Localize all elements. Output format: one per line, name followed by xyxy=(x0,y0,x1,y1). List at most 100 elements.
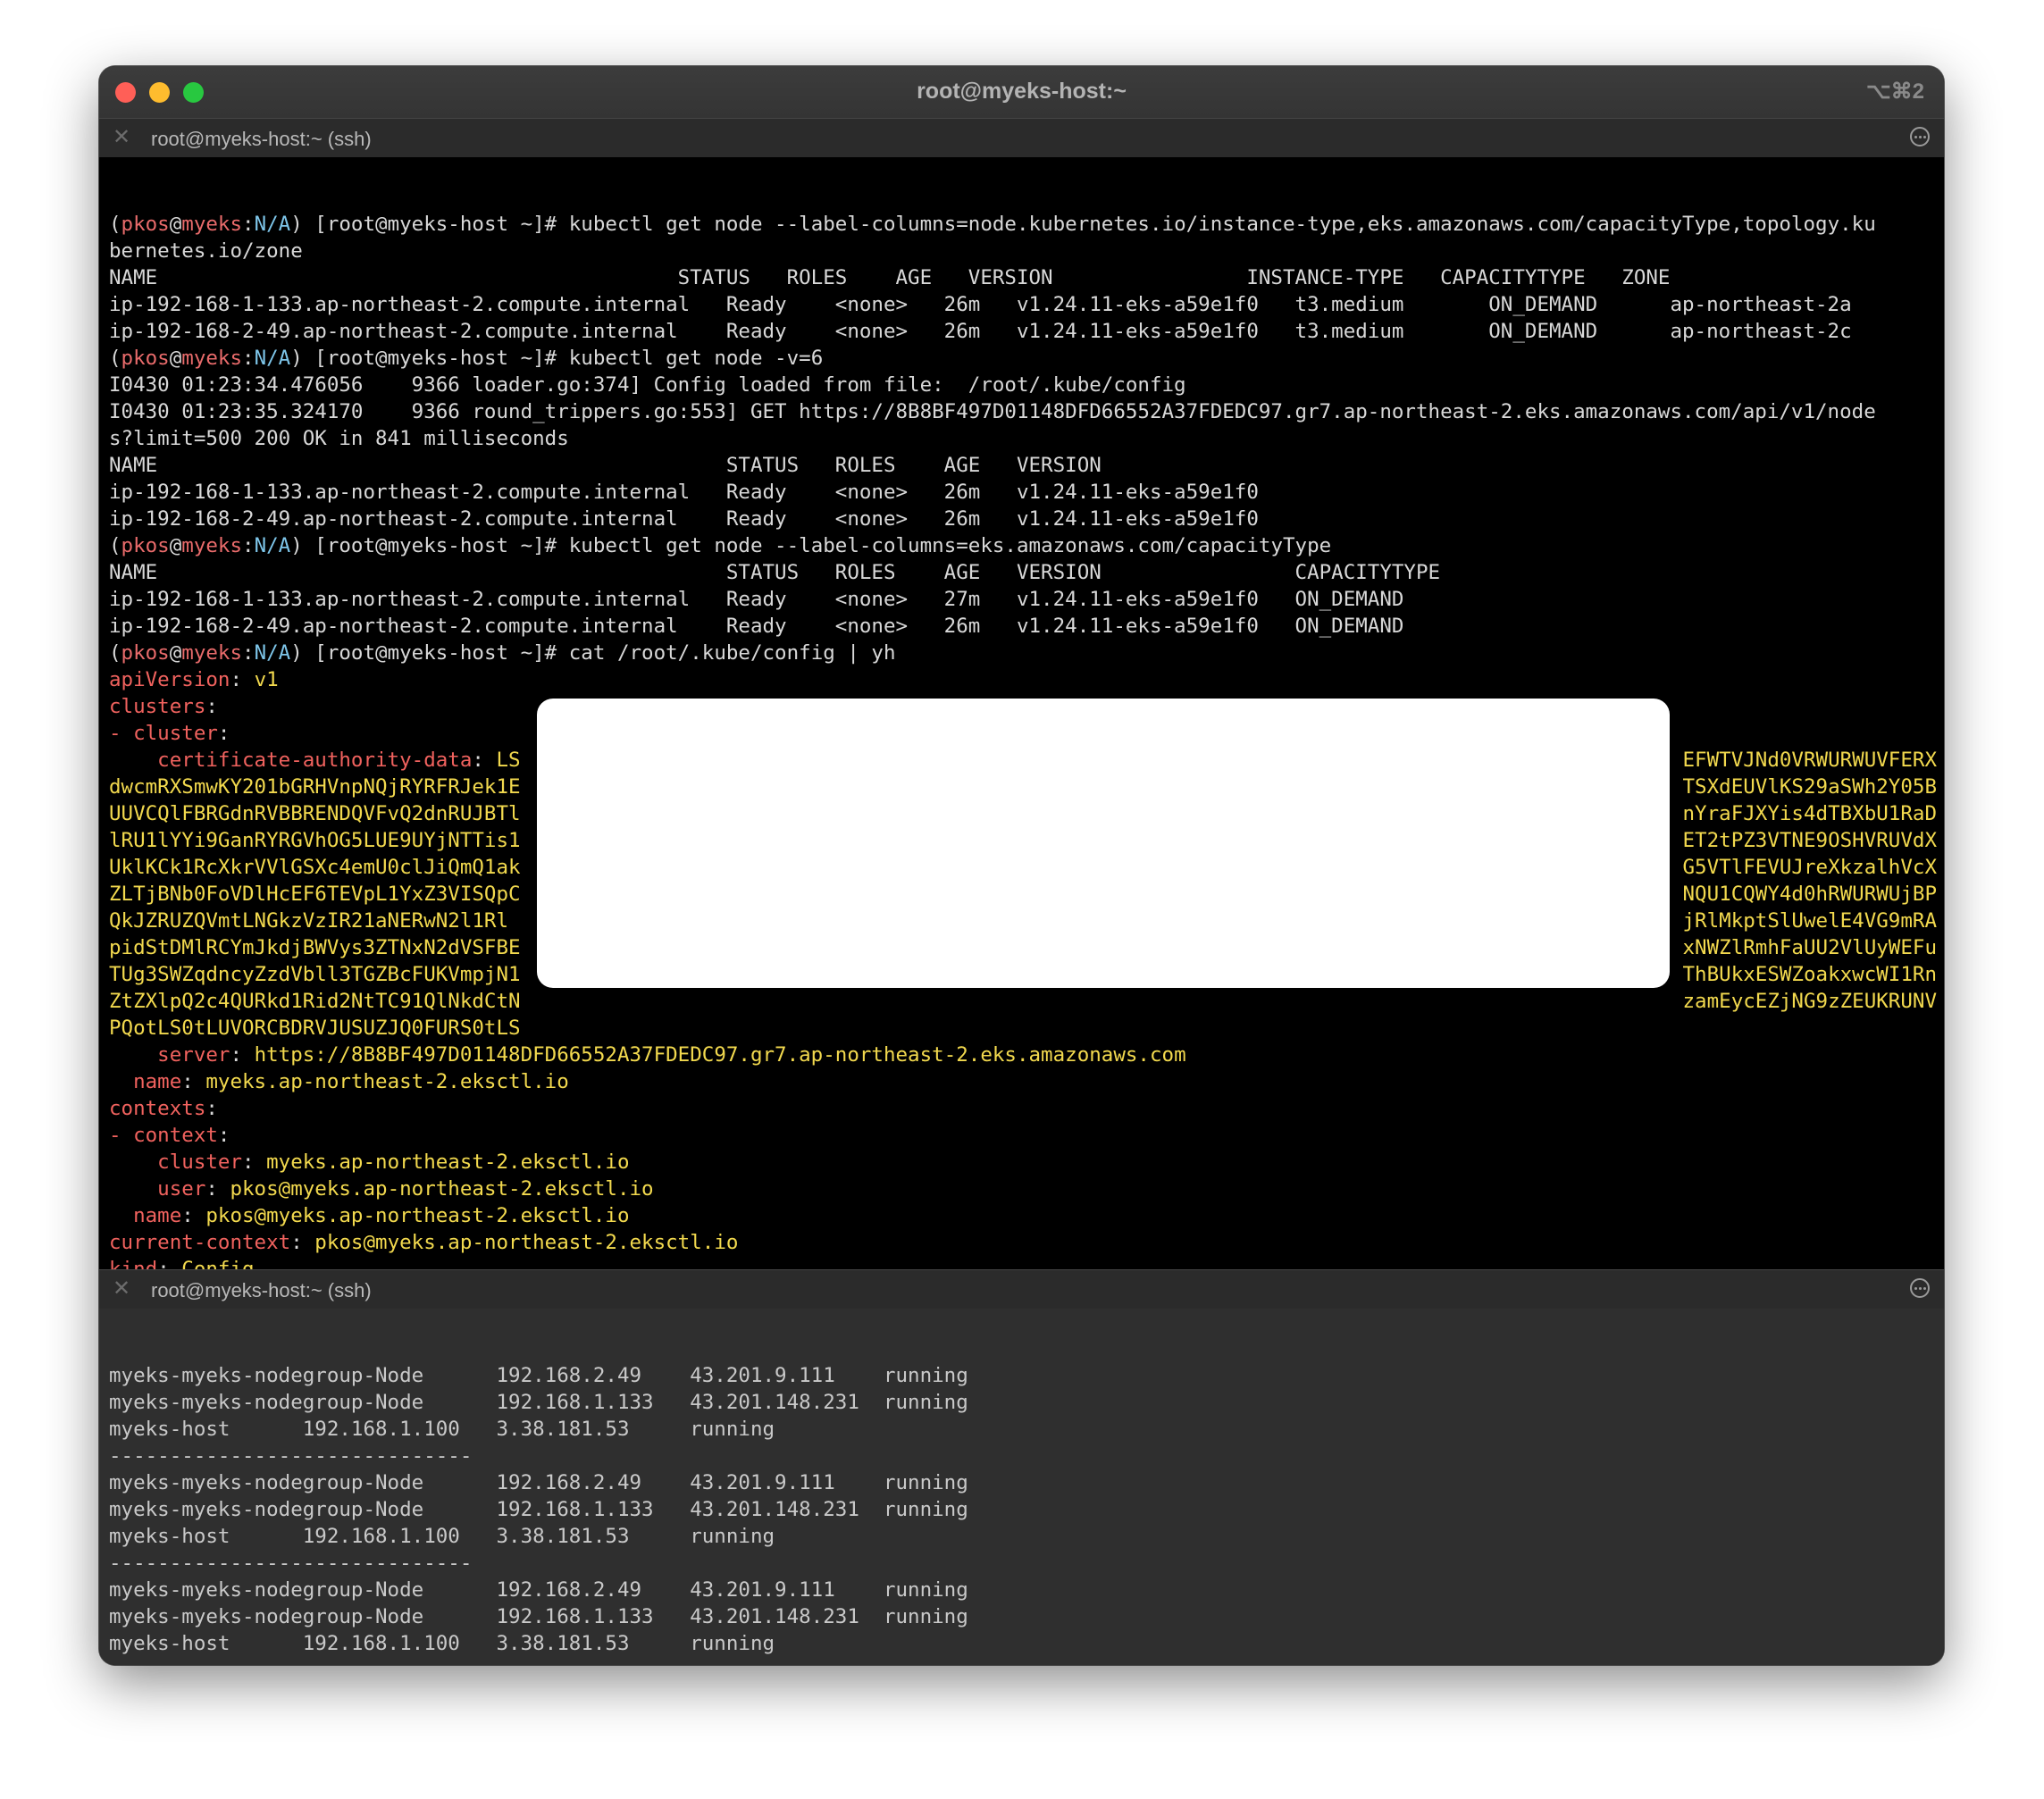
yaml-value: pkos@myeks.ap-northeast-2.eksctl.io xyxy=(230,1177,654,1201)
prompt-colon: : xyxy=(242,641,255,665)
certificate-fragment-left: UUVCQlFBRGdnRVBBRENDQVFvQ2dnRUJBTl xyxy=(109,802,521,825)
output-text: ip-192-168-2-49.ap-northeast-2.compute.i… xyxy=(109,320,1852,343)
yaml-line: current-context: pkos@myeks.ap-northeast… xyxy=(109,1229,1944,1256)
prompt-cluster: myeks xyxy=(181,534,243,557)
window-title: root@myeks-host:~ xyxy=(917,79,1127,104)
yaml-key: contexts xyxy=(109,1097,206,1120)
certificate-fragment-right: xNWZlRmhFaUU2VlUyWEFu xyxy=(1682,936,1937,959)
certificate-fragment-left: lRU1lYYi9GanRYRGVhOG5LUE9UYjNTTis1 xyxy=(109,829,521,852)
yaml-colon: : xyxy=(205,1177,230,1201)
more-options-icon[interactable] xyxy=(1910,1278,1930,1298)
instance-row: myeks-myeks-nodegroup-Node 192.168.1.133… xyxy=(109,1498,968,1521)
instance-row: myeks-myeks-nodegroup-Node 192.168.2.49 … xyxy=(109,1578,968,1602)
bottom-terminal-pane[interactable]: myeks-myeks-nodegroup-Node 192.168.2.49 … xyxy=(99,1309,1944,1665)
instance-row: myeks-host 192.168.1.100 3.38.181.53 run… xyxy=(109,1418,775,1441)
bottom-pane-header[interactable]: ✕ root@myeks-host:~ (ssh) xyxy=(99,1269,1944,1310)
output-text: s?limit=500 200 OK in 841 milliseconds xyxy=(109,427,569,450)
prompt-at: @ xyxy=(169,641,182,665)
separator-line: ------------------------------ xyxy=(109,1657,1944,1665)
top-pane-title: root@myeks-host:~ (ssh) xyxy=(151,128,372,150)
yaml-colon: : xyxy=(181,1070,206,1093)
yaml-line: cluster: myeks.ap-northeast-2.eksctl.io xyxy=(109,1149,1944,1176)
bottom-pane-title: root@myeks-host:~ (ssh) xyxy=(151,1279,372,1301)
table-row: NAME STATUS ROLES AGE VERSION xyxy=(109,452,1944,479)
table-row: ip-192-168-1-133.ap-northeast-2.compute.… xyxy=(109,479,1944,506)
prompt-line: (pkos@myeks:N/A) [root@myeks-host ~]# ca… xyxy=(109,640,1944,666)
yaml-colon: : xyxy=(290,1231,315,1254)
certificate-fragment-right: nYraFJXYis4dTBXbU1RaD xyxy=(1682,802,1937,825)
yaml-line: name: pkos@myeks.ap-northeast-2.eksctl.i… xyxy=(109,1202,1944,1229)
yaml-colon: : xyxy=(230,668,255,691)
yaml-line: user: pkos@myeks.ap-northeast-2.eksctl.i… xyxy=(109,1176,1944,1202)
yaml-line: apiVersion: v1 xyxy=(109,666,1944,693)
table-row: ip-192-168-2-49.ap-northeast-2.compute.i… xyxy=(109,506,1944,532)
table-row: NAME STATUS ROLES AGE VERSION INSTANCE-T… xyxy=(109,264,1944,291)
yaml-value: pkos@myeks.ap-northeast-2.eksctl.io xyxy=(205,1204,630,1227)
prompt-at: @ xyxy=(169,347,182,370)
output-text: ip-192-168-1-133.ap-northeast-2.compute.… xyxy=(109,481,1259,504)
yaml-colon: : xyxy=(181,1204,206,1227)
certificate-fragment-right: EFWTVJNd0VRWURWUVFERX xyxy=(1682,749,1937,772)
top-pane-header[interactable]: ✕ root@myeks-host:~ (ssh) xyxy=(99,118,1944,159)
certificate-fragment-right: G5VTlFEVUJreXkzalhVcX xyxy=(1682,856,1937,879)
prompt-rest: ) [root@myeks-host ~]# xyxy=(290,641,569,665)
window-shortcut: ⌥⌘2 xyxy=(1865,79,1924,104)
more-options-icon[interactable] xyxy=(1910,127,1930,146)
prompt-rest: ) [root@myeks-host ~]# xyxy=(290,347,569,370)
title-bar[interactable]: root@myeks-host:~ ⌥⌘2 xyxy=(99,66,1944,119)
yaml-colon: : xyxy=(217,1124,230,1147)
certificate-fragment-left: TUg3SWZqdncyZzdVbll3TGZBcFUKVmpjN1 xyxy=(109,963,521,986)
output-text: I0430 01:23:35.324170 9366 round_tripper… xyxy=(109,400,1876,423)
yaml-key: name xyxy=(109,1070,182,1093)
prompt-cluster: myeks xyxy=(181,641,243,665)
separator-line: ------------------------------ xyxy=(109,1444,473,1468)
log-line: s?limit=500 200 OK in 841 milliseconds xyxy=(109,425,1944,452)
certificate-fragment-right: zamEycEZjNG9zZEUKRUNV xyxy=(1682,990,1937,1013)
instance-row: myeks-myeks-nodegroup-Node 192.168.1.133… xyxy=(109,1391,968,1414)
prompt-cluster: myeks xyxy=(181,347,243,370)
instance-row: myeks-myeks-nodegroup-Node 192.168.2.49 … xyxy=(109,1471,968,1494)
yaml-key: - cluster xyxy=(109,722,218,745)
prompt-namespace: N/A xyxy=(254,641,291,665)
yaml-key: current-context xyxy=(109,1231,291,1254)
prompt-namespace: N/A xyxy=(254,213,291,236)
prompt-colon: : xyxy=(242,213,255,236)
table-row: ip-192-168-2-49.ap-northeast-2.compute.i… xyxy=(109,613,1944,640)
output-text: ip-192-168-1-133.ap-northeast-2.compute.… xyxy=(109,293,1852,316)
table-row: NAME STATUS ROLES AGE VERSION CAPACITYTY… xyxy=(109,559,1944,586)
prompt-profile: pkos xyxy=(121,347,170,370)
output-text: NAME STATUS ROLES AGE VERSION xyxy=(109,454,1102,477)
command-text: kubectl get node -v=6 xyxy=(568,347,824,370)
output-text: ip-192-168-1-133.ap-northeast-2.compute.… xyxy=(109,588,1404,611)
yaml-value: myeks.ap-northeast-2.eksctl.io xyxy=(205,1070,569,1093)
instance-row: myeks-myeks-nodegroup-Node 192.168.2.49 … xyxy=(109,1364,968,1387)
yaml-line: - context: xyxy=(109,1122,1944,1149)
command-text: kubectl get node --label-columns=eks.ama… xyxy=(568,534,1332,557)
certificate-fragment-right: TSXdEUVlKS29aSWh2Y05B xyxy=(1682,775,1937,799)
command-text: cat /root/.kube/config | yh xyxy=(568,641,896,665)
output-text: NAME STATUS ROLES AGE VERSION INSTANCE-T… xyxy=(109,266,1671,289)
close-pane-icon[interactable]: ✕ xyxy=(113,1276,130,1301)
prompt-rest: ) [root@myeks-host ~]# xyxy=(290,534,569,557)
certificate-fragment-left: LS xyxy=(496,749,521,772)
prompt-paren: ( xyxy=(109,347,121,370)
wrapped-command-line: bernetes.io/zone xyxy=(109,238,1944,264)
instance-row: myeks-host 192.168.1.100 3.38.181.53 run… xyxy=(109,1525,775,1548)
certificate-fragment-left: ZtZXlpQ2c4QURkd1Rid2NtTC91QlNkdCtN xyxy=(109,990,521,1013)
certificate-fragment-left: ZLTjBNb0FoVDlHcEF6TEVpL1YxZ3VISQpC xyxy=(109,883,521,906)
yaml-value: myeks.ap-northeast-2.eksctl.io xyxy=(266,1151,630,1174)
prompt-colon: : xyxy=(242,347,255,370)
close-pane-icon[interactable]: ✕ xyxy=(113,124,130,149)
certificate-fragment-right: ET2tPZ3VTNE9OSHVRUVdX xyxy=(1682,829,1937,852)
yaml-colon: : xyxy=(205,1097,218,1120)
yaml-value: pkos@myeks.ap-northeast-2.eksctl.io xyxy=(314,1231,739,1254)
prompt-colon: : xyxy=(242,534,255,557)
table-row: ip-192-168-1-133.ap-northeast-2.compute.… xyxy=(109,291,1944,318)
yaml-value: https://8B8BF497D01148DFD66552A37FDEDC97… xyxy=(254,1043,1186,1067)
table-row: ip-192-168-2-49.ap-northeast-2.compute.i… xyxy=(109,318,1944,345)
yaml-key: clusters xyxy=(109,695,206,718)
prompt-at: @ xyxy=(169,213,182,236)
yaml-line: contexts: xyxy=(109,1095,1944,1122)
prompt-line: (pkos@myeks:N/A) [root@myeks-host ~]# ku… xyxy=(109,532,1944,559)
prompt-cluster: myeks xyxy=(181,213,243,236)
